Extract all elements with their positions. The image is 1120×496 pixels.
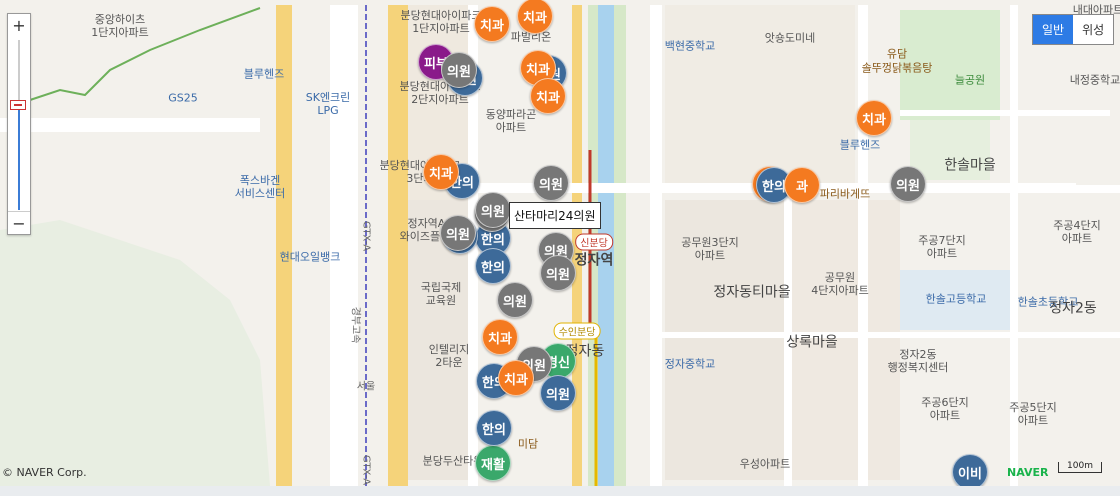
place-label: 중앙하이츠 1단지아파트: [91, 13, 149, 39]
place-label: 동양파라곤 아파트: [485, 108, 537, 134]
place-label: 솔뚜껑닭볶음탕: [861, 61, 933, 75]
clinic-marker-dental[interactable]: 치과: [856, 100, 892, 136]
place-label: 정자2동 행정복지센터: [887, 348, 949, 374]
clinic-marker-clinic[interactable]: 의원: [540, 255, 576, 291]
place-label: GS25: [168, 91, 198, 105]
place-label: 한솔고등학교: [925, 292, 987, 306]
clinic-marker-clinic[interactable]: 의원: [497, 282, 533, 318]
place-label: 백현중학교: [664, 39, 716, 53]
place-label: 한솔마을: [944, 157, 996, 174]
clinic-marker-dental[interactable]: 과: [784, 167, 820, 203]
place-label: 정자중학교: [664, 357, 716, 371]
zoom-slider-handle[interactable]: [10, 99, 26, 110]
place-label: 인텔리지 2타운: [428, 343, 470, 369]
station-label: 정자역: [574, 252, 614, 269]
place-label: 정자동티마을: [713, 284, 791, 301]
place-label: 주공7단지 아파트: [918, 234, 966, 260]
place-label: SK엔크린 LPG: [305, 91, 351, 117]
clinic-marker-clinic[interactable]: 의원: [440, 215, 476, 251]
place-label: 유담: [886, 47, 908, 61]
suinbundang-line-badge: 수인분당: [553, 322, 601, 340]
road-label: 경부고속: [349, 306, 361, 344]
place-tooltip: 산타마리24의원: [509, 202, 601, 229]
bottom-strip: [0, 486, 1120, 496]
clinic-marker-oriental[interactable]: 한의: [476, 410, 512, 446]
road-label: GTX-A: [360, 220, 372, 252]
clinic-marker-dental[interactable]: 치과: [530, 78, 566, 114]
place-label: 앗숑도미네: [764, 31, 816, 45]
place-label: 우성아파트: [739, 457, 791, 471]
place-label: 정자2동: [1049, 300, 1097, 317]
place-label: 현대오일뱅크: [279, 250, 341, 264]
place-label: 폭스바겐 서비스센터: [234, 174, 286, 200]
clinic-marker-dental[interactable]: 치과: [482, 319, 518, 355]
place-label: 늘공원: [954, 73, 986, 87]
road-label: 서울: [356, 381, 376, 393]
clinic-marker-dental[interactable]: 치과: [423, 154, 459, 190]
clinic-marker-oriental[interactable]: 이비: [952, 454, 988, 486]
clinic-marker-dental[interactable]: 치과: [498, 360, 534, 396]
clinic-marker-rehab[interactable]: 재활: [475, 445, 511, 481]
place-label: 내정중학교: [1069, 73, 1120, 87]
zoom-control: + −: [7, 13, 31, 235]
zoom-track-fill: [18, 104, 20, 210]
place-label: 블루헨즈: [243, 67, 285, 81]
scale-bar: 100m: [1058, 462, 1102, 473]
clinic-marker-clinic[interactable]: 의원: [441, 52, 477, 88]
clinic-marker-oriental[interactable]: 한의: [475, 248, 511, 284]
place-label: 주공4단지 아파트: [1053, 219, 1101, 245]
copyright-text: © NAVER Corp.: [2, 466, 87, 479]
place-label: 공무원3단지 아파트: [681, 236, 739, 262]
clinic-marker-clinic[interactable]: 의원: [475, 192, 511, 228]
map-type-toggle: 일반 위성: [1032, 14, 1115, 45]
place-label: 공무원 4단지아파트: [811, 271, 869, 297]
road-label: GTX-A: [360, 454, 372, 486]
zoom-in-button[interactable]: +: [8, 14, 30, 36]
place-label: 주공6단지 아파트: [921, 396, 969, 422]
place-label: 분당현대아이파크 1단지아파트: [400, 9, 482, 35]
place-label: 블루헨즈: [839, 138, 881, 152]
place-label: 주공5단지 아파트: [1009, 401, 1057, 427]
place-label: 미담: [517, 437, 539, 451]
place-label: 파리바게뜨: [819, 187, 871, 201]
place-label: 상록마을: [786, 334, 838, 351]
map-canvas[interactable]: 중앙하이츠 1단지아파트 분당현대아이파크 1단지아파트 파빌리온 백현중학교 앗숑…: [0, 0, 1120, 486]
sinbundang-line-badge: 신분당: [575, 233, 613, 251]
naver-logo[interactable]: NAVER: [1007, 466, 1048, 479]
map-type-normal-button[interactable]: 일반: [1033, 15, 1074, 44]
clinic-marker-oriental[interactable]: 의원: [540, 375, 576, 411]
clinic-marker-clinic[interactable]: 의원: [890, 166, 926, 202]
map-type-satellite-button[interactable]: 위성: [1073, 15, 1113, 44]
place-label: 국립국제 교육원: [420, 281, 462, 307]
clinic-marker-dental[interactable]: 치과: [474, 6, 510, 42]
clinic-marker-clinic[interactable]: 의원: [533, 165, 569, 201]
zoom-out-button[interactable]: −: [8, 211, 30, 234]
